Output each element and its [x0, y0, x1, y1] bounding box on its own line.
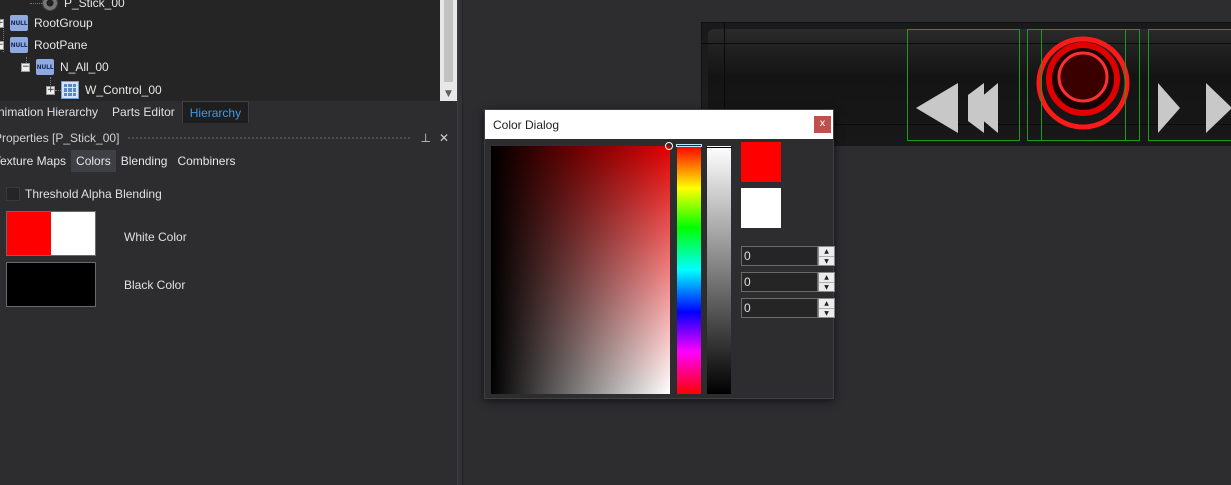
black-color-right — [51, 263, 95, 306]
tree-item-label: P_Stick_00 — [64, 0, 125, 10]
spin-up-icon[interactable]: ▲ — [819, 273, 834, 282]
expand-plus-icon[interactable]: + — [0, 18, 4, 28]
tree-item-rootgroup[interactable]: + NULL RootGroup — [0, 12, 93, 34]
spinner-buttons: ▲ ▼ — [818, 246, 835, 266]
hierarchy-tree: P_Stick_00 + NULL RootGroup − NULL RootP… — [0, 0, 457, 101]
close-icon[interactable]: ✕ — [439, 131, 449, 145]
white-color-label: White Color — [124, 230, 187, 244]
value-input-2[interactable] — [741, 272, 818, 292]
value-input-3[interactable] — [741, 298, 818, 318]
null-pane-icon: NULL — [10, 15, 28, 31]
properties-title: Properties [P_Stick_00] — [0, 131, 120, 145]
collapse-minus-icon[interactable]: − — [0, 40, 4, 50]
spin-down-icon[interactable]: ▼ — [819, 282, 834, 292]
luminance-slider[interactable] — [706, 146, 732, 394]
spin-down-icon[interactable]: ▼ — [819, 308, 834, 318]
tab-hierarchy[interactable]: Hierarchy — [181, 101, 250, 123]
hue-marker[interactable] — [676, 144, 702, 147]
black-color-label: Black Color — [124, 278, 186, 292]
threshold-alpha-row: Threshold Alpha Blending — [6, 187, 162, 201]
spinner-buttons: ▲ ▼ — [818, 298, 835, 318]
scrollbar-thumb[interactable] — [444, 0, 453, 82]
tab-blending[interactable]: Blending — [116, 150, 173, 172]
white-color-left — [7, 212, 51, 255]
threshold-alpha-label: Threshold Alpha Blending — [25, 187, 162, 201]
black-color-swatch[interactable] — [6, 262, 96, 307]
value-spinner-2: ▲ ▼ — [741, 272, 835, 292]
dialog-title: Color Dialog — [493, 117, 560, 132]
null-pane-icon: NULL — [36, 59, 54, 75]
panel-tab-strip: Animation Hierarchy Parts Editor Hierarc… — [0, 101, 457, 123]
tab-colors[interactable]: Colors — [71, 150, 116, 172]
guide-box — [1041, 29, 1126, 141]
spin-up-icon[interactable]: ▲ — [819, 247, 834, 256]
expand-plus-icon[interactable]: + — [46, 85, 55, 95]
tree-scrollbar[interactable]: ▼ — [440, 0, 457, 101]
value-spinner-3: ▲ ▼ — [741, 298, 835, 318]
tree-item-label: RootGroup — [34, 16, 93, 30]
tree-item-n-all[interactable]: − NULL N_All_00 — [21, 56, 109, 78]
sv-marker[interactable] — [665, 142, 673, 150]
tree-item-w-control[interactable]: + W_Control_00 — [46, 79, 162, 101]
pin-icon[interactable]: ⊥ — [420, 131, 430, 145]
panel-grip[interactable] — [127, 135, 413, 141]
value-input-1[interactable] — [741, 246, 818, 266]
window-grid-icon — [61, 81, 79, 99]
properties-header: Properties [P_Stick_00] ⊥ ✕ — [0, 128, 457, 148]
value-spinner-1: ▲ ▼ — [741, 246, 835, 266]
tab-animation-hierarchy[interactable]: Animation Hierarchy — [0, 101, 105, 123]
collapse-minus-icon[interactable]: − — [21, 62, 30, 72]
hue-slider[interactable] — [676, 144, 702, 394]
new-color-preview — [741, 142, 781, 182]
threshold-alpha-checkbox[interactable] — [6, 187, 20, 201]
luminance-marker[interactable] — [706, 147, 732, 150]
guide-box — [907, 29, 1020, 141]
scroll-down-icon[interactable]: ▼ — [440, 89, 457, 99]
tree-item-label: W_Control_00 — [85, 83, 162, 97]
sv-overlay-gradient — [491, 146, 670, 394]
guide-box — [1148, 29, 1231, 141]
dialog-close-button[interactable]: x — [814, 116, 831, 133]
white-color-swatch[interactable] — [6, 211, 96, 256]
null-pane-icon: NULL — [10, 37, 28, 53]
color-dialog: Color Dialog x ▲ ▼ ▲ ▼ ▲ ▼ — [484, 109, 835, 399]
spinner-buttons: ▲ ▼ — [818, 272, 835, 292]
old-color-preview[interactable] — [741, 188, 781, 228]
tab-parts-editor[interactable]: Parts Editor — [105, 101, 182, 123]
spin-up-icon[interactable]: ▲ — [819, 299, 834, 308]
black-color-left — [7, 263, 51, 306]
tree-item-label: RootPane — [34, 38, 88, 52]
properties-tabs: Texture Maps Colors Blending Combiners — [0, 150, 240, 172]
pane-gear-icon — [42, 0, 58, 11]
tab-texture-maps[interactable]: Texture Maps — [0, 150, 71, 172]
saturation-value-picker[interactable] — [491, 142, 673, 394]
tree-item-label: N_All_00 — [60, 60, 109, 74]
tab-combiners[interactable]: Combiners — [172, 150, 240, 172]
spin-down-icon[interactable]: ▼ — [819, 256, 834, 266]
white-color-right — [51, 212, 95, 255]
tree-item-rootpane[interactable]: − NULL RootPane — [0, 34, 87, 56]
dialog-titlebar[interactable]: Color Dialog x — [485, 110, 833, 139]
